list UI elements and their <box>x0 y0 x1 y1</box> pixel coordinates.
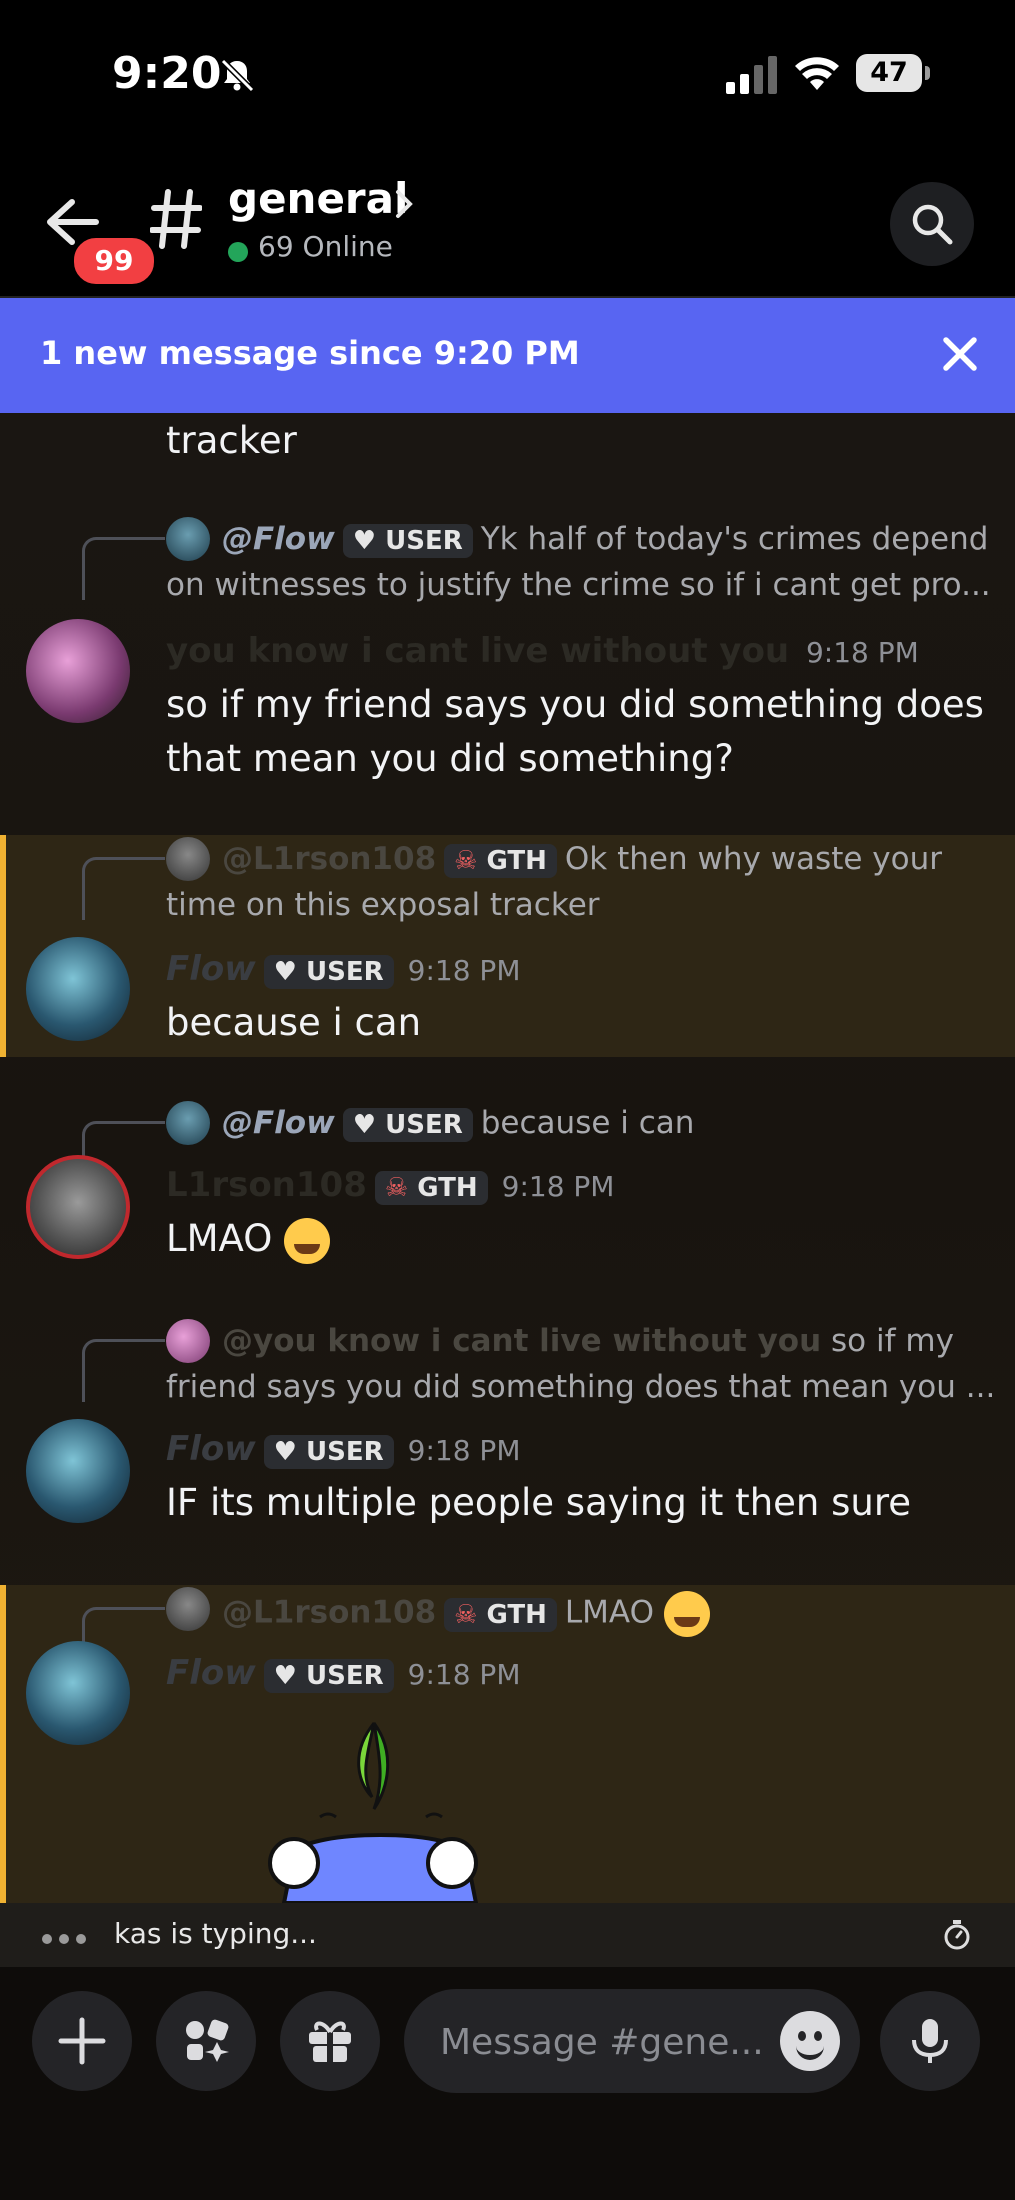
timestamp: 9:18 PM <box>407 1658 521 1691</box>
reply-text: Ok then why waste your <box>564 841 942 877</box>
reply-text: LMAO <box>564 1594 654 1631</box>
reply-author: @L1rson108 <box>222 1594 437 1631</box>
status-time: 9:20 <box>112 48 222 99</box>
message-header: Flow ♥ USER 9:18 PM <box>166 1429 520 1469</box>
reply-preview[interactable]: @you know i cant live without you so if … <box>222 1323 954 1359</box>
reply-preview[interactable]: @Flow ♥ USER because i can <box>222 1105 694 1142</box>
status-bar: 9:20 47 <box>0 0 1015 150</box>
crying-laughing-emoji-icon <box>284 1217 331 1264</box>
username[interactable]: you know i cant live without you <box>166 631 789 671</box>
reply-author: @L1rson108 <box>222 841 437 877</box>
reply-connector <box>82 857 165 920</box>
reply-text: Yk half of today's crimes depend <box>480 521 989 557</box>
channel-name[interactable]: general <box>228 174 408 223</box>
typing-indicator: kas is typing... <box>0 1903 1015 1967</box>
reply-avatar <box>166 517 210 561</box>
reply-text: because i can <box>480 1105 695 1141</box>
role-tag: ♥ USER <box>263 1659 394 1693</box>
message-header: Flow ♥ USER 9:18 PM <box>166 1653 520 1693</box>
emoji-picker-icon[interactable] <box>780 2011 840 2071</box>
reply-connector <box>82 537 165 600</box>
reply-author: @you know i cant live without you <box>222 1323 822 1359</box>
reply-connector <box>82 1339 165 1402</box>
username[interactable]: Flow <box>166 1429 256 1469</box>
reply-avatar <box>166 1101 210 1145</box>
channel-header: 99 general 69 Online <box>0 150 1015 298</box>
battery-level: 47 <box>856 54 922 92</box>
message-text: LMAO <box>166 1217 331 1264</box>
new-messages-banner[interactable]: 1 new message since 9:20 PM <box>0 298 1015 413</box>
user-avatar[interactable] <box>26 619 130 723</box>
gift-button[interactable] <box>280 1991 380 2091</box>
bell-muted-icon <box>220 58 255 93</box>
message-header: you know i cant live without you 9:18 PM <box>166 631 919 671</box>
search-button[interactable] <box>890 182 974 266</box>
role-tag: ☠ GTH <box>374 1171 488 1205</box>
message-input[interactable] <box>404 1989 860 2093</box>
user-avatar[interactable] <box>26 1155 130 1259</box>
message-text-continued: that mean you did something? <box>166 737 734 780</box>
timestamp: 9:18 PM <box>407 954 521 987</box>
sticker-image[interactable] <box>250 1713 530 1903</box>
message-text: tracker <box>166 419 297 462</box>
username[interactable]: Flow <box>166 1653 256 1693</box>
typing-dots-icon <box>42 1929 93 1948</box>
apps-button[interactable] <box>156 1991 256 2091</box>
close-icon[interactable] <box>940 334 980 374</box>
reply-text: so if my <box>831 1323 954 1359</box>
apps-icon <box>186 2019 229 2062</box>
search-icon <box>912 204 953 245</box>
cellular-signal-icon <box>726 56 777 94</box>
message-field[interactable] <box>438 2011 762 2073</box>
timestamp: 9:18 PM <box>805 636 919 669</box>
username[interactable]: Flow <box>166 949 256 989</box>
typing-text: kas is typing... <box>114 1917 317 1950</box>
role-tag: ♥ USER <box>342 1108 473 1142</box>
user-avatar[interactable] <box>26 1419 130 1523</box>
role-tag: ☠ GTH <box>444 844 557 878</box>
role-tag: ☠ GTH <box>444 1597 557 1632</box>
username[interactable]: L1rson108 <box>166 1165 367 1205</box>
reply-avatar <box>166 1319 210 1363</box>
slowmode-timer-icon <box>944 1920 970 1950</box>
new-messages-text: 1 new message since 9:20 PM <box>40 334 580 372</box>
user-avatar[interactable] <box>26 937 130 1041</box>
unread-badge: 99 <box>70 234 158 288</box>
channel-hash-icon <box>150 189 202 249</box>
battery-icon: 47 <box>856 54 930 92</box>
online-count: 69 Online <box>258 230 393 263</box>
message-text: because i can <box>166 1001 422 1044</box>
reply-author: @Flow <box>222 521 335 557</box>
microphone-icon <box>912 2019 948 2063</box>
chevron-right-icon[interactable] <box>394 188 416 220</box>
timestamp: 9:18 PM <box>407 1434 521 1467</box>
message-text: so if my friend says you did something d… <box>166 683 984 726</box>
message-list[interactable]: tracker @Flow ♥ USER Yk half of today's cr… <box>0 413 1015 1903</box>
message-header: Flow ♥ USER 9:18 PM <box>166 949 520 989</box>
voice-message-button[interactable] <box>880 1991 980 2091</box>
message-header: L1rson108 ☠ GTH 9:18 PM <box>166 1165 614 1205</box>
plus-icon <box>58 2017 106 2065</box>
role-tag: ♥ USER <box>342 524 473 558</box>
reply-text-continued: on witnesses to justify the crime so if … <box>166 567 991 603</box>
reply-avatar <box>166 837 210 881</box>
reply-text-continued: time on this exposal tracker <box>166 887 600 923</box>
role-tag: ♥ USER <box>263 1435 394 1469</box>
wifi-icon <box>795 57 839 90</box>
message-text: IF its multiple people saying it then su… <box>166 1481 912 1524</box>
reply-preview[interactable]: @L1rson108 ☠ GTH LMAO <box>222 1591 710 1637</box>
reply-author: @Flow <box>222 1105 335 1141</box>
composer-bar <box>0 1967 1015 2200</box>
add-attachment-button[interactable] <box>32 1991 132 2091</box>
reply-preview[interactable]: @L1rson108 ☠ GTH Ok then why waste your <box>222 841 942 878</box>
crying-laughing-emoji-icon <box>663 1591 710 1637</box>
gift-icon <box>309 2021 351 2062</box>
timestamp: 9:18 PM <box>501 1170 615 1203</box>
reply-text-continued: friend says you did something does that … <box>166 1369 996 1405</box>
online-indicator <box>228 242 248 262</box>
reply-avatar <box>166 1587 210 1631</box>
user-avatar[interactable] <box>26 1641 130 1745</box>
role-tag: ♥ USER <box>263 955 394 989</box>
reply-preview[interactable]: @Flow ♥ USER Yk half of today's crimes dep… <box>222 521 988 558</box>
